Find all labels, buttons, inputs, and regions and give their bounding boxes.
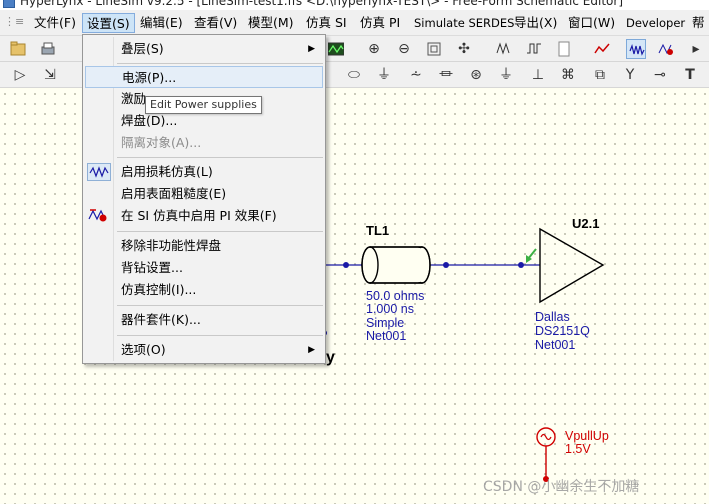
menu-window[interactable]: 窗口(W) — [564, 13, 619, 33]
menu-item-label: 器件套件(K)... — [121, 312, 201, 327]
diode-icon[interactable]: ⊥ — [528, 65, 548, 85]
menu-item-label: 叠层(S) — [121, 41, 164, 56]
tl1-label: TL1 — [366, 223, 390, 238]
menu-item-label: 电源(P)... — [122, 70, 177, 85]
u21-vendor: Dallas — [535, 310, 570, 324]
menu-item-label: 移除非功能性焊盘 — [121, 238, 222, 253]
menu-item-enable-pi-effects[interactable]: 在 SI 仿真中启用 PI 效果(F) — [85, 205, 323, 227]
vpullup-voltage: 1.5V — [565, 442, 591, 456]
menu-export[interactable]: 导出(X) — [510, 13, 561, 33]
menu-item-label: 启用损耗仿真(L) — [121, 164, 213, 179]
menu-separator — [117, 63, 323, 64]
menu-separator — [117, 305, 323, 306]
menu-developer[interactable]: Developer — [622, 13, 689, 33]
net-node — [343, 262, 349, 268]
submenu-arrow-icon: ▶ — [308, 44, 315, 54]
partial-label: y — [326, 349, 335, 366]
lossy-toolbar-icon[interactable] — [626, 39, 646, 59]
menu-view[interactable]: 查看(V) — [190, 13, 241, 33]
app-icon — [3, 0, 15, 8]
net-node — [518, 262, 524, 268]
setup-dropdown-menu: 叠层(S) ▶ 电源(P)... 激励 焊盘(D)... 隔离对象(A)... … — [82, 34, 326, 364]
coupled-icon[interactable]: ⧉ — [590, 65, 610, 85]
window-title: HyperLynx - LineSim v9.2.5 - [LineSim-te… — [20, 0, 623, 8]
menu-simulate-si[interactable]: 仿真 SI — [302, 13, 351, 33]
inductor-icon[interactable]: ⩪ — [406, 65, 426, 85]
transmission-line-tl1 — [361, 246, 431, 284]
menu-item-label: 隔离对象(A)... — [121, 135, 202, 150]
lossy-sim-icon — [87, 163, 111, 181]
u21-label: U2.1 — [572, 216, 600, 231]
menu-simulate-serdes[interactable]: Simulate SERDES — [410, 13, 518, 33]
net-node — [443, 262, 449, 268]
menu-item-label: 背钻设置... — [121, 260, 183, 275]
menu-item-label: 选项(O) — [121, 342, 166, 357]
ground-icon[interactable]: ⏚ — [496, 65, 516, 85]
capacitor-icon[interactable]: ⬭ — [344, 65, 364, 85]
connector-icon[interactable]: ⊸ — [650, 65, 670, 85]
resistor-icon[interactable]: ⏛ — [436, 65, 456, 85]
menu-item-label: 仿真控制(I)... — [121, 282, 197, 297]
tl1-model: Simple — [366, 316, 405, 330]
tooltip: Edit Power supplies — [145, 96, 262, 114]
menu-item-device-kits[interactable]: 器件套件(K)... — [85, 309, 323, 331]
menu-simulate-pi[interactable]: 仿真 PI — [356, 13, 404, 33]
toolbar-more-icon[interactable]: ▸ — [686, 39, 706, 59]
menu-bar: ⋮≡ 文件(F) 设置(S) 编辑(E) 查看(V) 模型(M) 仿真 SI 仿… — [0, 10, 709, 36]
print-icon[interactable] — [38, 39, 58, 59]
via-icon[interactable]: Y — [620, 65, 640, 85]
network-icon[interactable]: ✣ — [454, 39, 474, 59]
menu-item-power-supplies[interactable]: 电源(P)... — [85, 66, 323, 88]
tl1-delay: 1.000 ns — [366, 302, 414, 316]
menu-setup[interactable]: 设置(S) — [82, 13, 135, 33]
submenu-arrow-icon: ▶ — [308, 345, 315, 355]
zoom-in-icon[interactable]: ⊕ — [364, 39, 384, 59]
menu-separator — [117, 231, 323, 232]
run-icon[interactable]: ▷ — [10, 65, 30, 85]
menu-separator — [117, 157, 323, 158]
menu-item-enable-lossy[interactable]: 启用损耗仿真(L) — [85, 161, 323, 183]
zoom-fit-icon[interactable] — [424, 39, 444, 59]
transformer-icon[interactable]: ⌘ — [558, 65, 578, 85]
menu-item-label: 焊盘(D)... — [121, 113, 178, 128]
pi-toolbar-icon[interactable] — [656, 39, 676, 59]
pulse-icon[interactable] — [524, 39, 544, 59]
menu-item-label: 在 SI 仿真中启用 PI 效果(F) — [121, 208, 277, 223]
menu-item-label: 启用表面粗糙度(E) — [121, 186, 227, 201]
text-tool-icon[interactable]: T — [680, 65, 700, 85]
tl1-net: Net001 — [366, 329, 407, 343]
menu-grip-icon: ⋮≡ — [4, 15, 25, 28]
title-bar: HyperLynx - LineSim v9.2.5 - [LineSim-te… — [0, 0, 709, 10]
open-file-icon[interactable] — [8, 39, 28, 59]
menu-item-simulation-control[interactable]: 仿真控制(I)... — [85, 279, 323, 301]
menu-item-enable-roughness[interactable]: 启用表面粗糙度(E) — [85, 183, 323, 205]
u21-net: Net001 — [535, 338, 576, 352]
menu-item-stackup[interactable]: 叠层(S) ▶ — [85, 38, 323, 60]
zoom-out-icon[interactable]: ⊖ — [394, 39, 414, 59]
pi-effect-icon — [87, 207, 111, 225]
document-icon[interactable] — [554, 39, 574, 59]
u21-part: DS2151Q — [535, 324, 590, 338]
select-icon[interactable]: ⇲ — [40, 65, 60, 85]
vpullup-source — [536, 427, 556, 482]
menu-edit[interactable]: 编辑(E) — [136, 13, 187, 33]
buffer-u21 — [539, 227, 605, 304]
menu-help[interactable]: 帮 — [688, 13, 709, 33]
menu-separator — [117, 335, 323, 336]
menu-item-options[interactable]: 选项(O) ▶ — [85, 339, 323, 361]
tl1-impedance: 50.0 ohms — [366, 289, 425, 303]
menu-item-backdrill-settings[interactable]: 背钻设置... — [85, 257, 323, 279]
menu-item-label: 激励 — [121, 91, 147, 106]
menu-item-isolate-objects: 隔离对象(A)... — [85, 132, 323, 154]
menu-file[interactable]: 文件(F) — [30, 13, 80, 33]
menu-item-remove-nonfunctional-pads[interactable]: 移除非功能性焊盘 — [85, 235, 323, 257]
menu-models[interactable]: 模型(M) — [244, 13, 298, 33]
ground-cap-icon[interactable]: ⏚ — [374, 65, 394, 85]
vpullup-label: VpullUp — [565, 429, 609, 443]
probe-icon[interactable] — [592, 39, 612, 59]
eye-diagram-icon[interactable] — [494, 39, 514, 59]
waveform-display-icon[interactable] — [326, 39, 346, 59]
watermark: CSDN @小幽余生不加糖 — [483, 479, 640, 495]
source-icon[interactable]: ⊛ — [466, 65, 486, 85]
